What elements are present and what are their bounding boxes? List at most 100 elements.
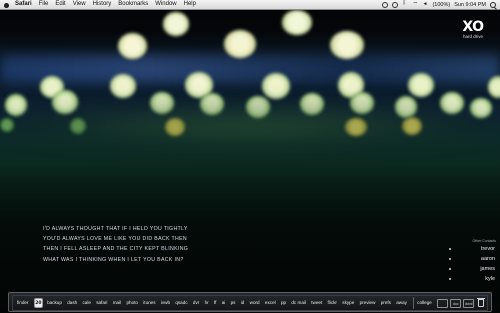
dock-folder-documents[interactable]: doc: [450, 298, 462, 308]
dock-item-preview[interactable]: preview: [360, 296, 376, 310]
menu-help[interactable]: Help: [184, 0, 196, 9]
lyric-line: THEN I FELL ASLEEP AND THE CITY KEPT BLI…: [43, 246, 189, 253]
dock-item-id[interactable]: id: [241, 296, 245, 310]
menu-history[interactable]: History: [93, 0, 112, 9]
dock-item-ivwb[interactable]: ivwb: [161, 296, 170, 310]
dock-shelf: finder 20 backup dash cale safari mail p…: [12, 295, 488, 311]
status-dot-icon: [449, 248, 451, 250]
sync-icon[interactable]: [382, 1, 389, 8]
dock-item-pp[interactable]: pp: [281, 296, 286, 310]
bokeh-light: [408, 73, 434, 97]
bokeh-light: [150, 92, 174, 114]
lyric-line: I'D ALWAYS THOUGHT THAT IF I HELD YOU TI…: [43, 226, 188, 232]
bokeh-light: [200, 93, 224, 115]
desktop-wallpaper: [0, 0, 500, 313]
bokeh-light: [345, 118, 367, 136]
menu-bookmarks[interactable]: Bookmarks: [118, 0, 148, 9]
dock-item-dc-mail[interactable]: dc mail: [291, 296, 306, 310]
dock-badge-icon[interactable]: 20: [33, 298, 44, 308]
dock-item-itunes[interactable]: itunes: [143, 296, 155, 310]
contacts-widget: Other Contacts trevor aaron james kyle: [446, 238, 498, 284]
menu-view[interactable]: View: [73, 0, 86, 9]
dock-item-safari[interactable]: safari: [96, 296, 107, 310]
hard-drive-icon[interactable]: XO hard drive: [453, 20, 493, 40]
dock-item-ff[interactable]: ff: [214, 296, 216, 310]
dock-item-excel[interactable]: excel: [265, 296, 276, 310]
dock: finder 20 backup dash cale safari mail p…: [8, 292, 492, 312]
lyric-line: WHAT WAS I THINKING WHEN I LET YOU BACK …: [43, 256, 184, 263]
dock-folder-downloads[interactable]: dwnl: [463, 298, 475, 308]
contact-item[interactable]: kyle: [446, 274, 498, 284]
bokeh-light: [224, 30, 256, 58]
battery-status[interactable]: (100%): [432, 2, 450, 8]
bokeh-light: [350, 92, 374, 114]
dock-item-mail[interactable]: mail: [113, 296, 121, 310]
dock-item-backup[interactable]: backup: [47, 296, 62, 310]
bokeh-light: [118, 33, 147, 59]
lyrics-text: I'D ALWAYS THOUGHT THAT IF I HELD YOU TI…: [43, 224, 243, 265]
dock-item-ai[interactable]: ai: [222, 296, 226, 310]
bokeh-light: [262, 73, 290, 99]
bokeh-light: [110, 74, 136, 98]
menu-edit[interactable]: Edit: [55, 0, 65, 9]
contact-item[interactable]: trevor: [446, 244, 498, 254]
dock-item-photo[interactable]: photo: [126, 296, 138, 310]
bokeh-light: [330, 31, 364, 59]
bokeh-light: [246, 96, 270, 118]
contact-item[interactable]: james: [446, 264, 498, 274]
bluetooth-icon[interactable]: [402, 0, 408, 8]
bokeh-light: [395, 96, 417, 118]
contact-name: trevor: [480, 246, 495, 252]
xo-logo: XO: [462, 19, 484, 35]
contact-name: james: [480, 266, 495, 272]
bokeh-light: [165, 118, 185, 136]
status-dot-icon: [449, 278, 451, 280]
bokeh-light: [52, 90, 78, 114]
menu-extras: (100%) Sun 9:04 PM: [382, 0, 496, 9]
spotlight-search-icon[interactable]: [490, 1, 496, 8]
hard-drive-label: hard drive: [462, 34, 483, 39]
menu-file[interactable]: File: [39, 0, 49, 9]
bokeh-light: [282, 10, 312, 35]
bokeh-light: [440, 92, 464, 114]
bokeh-light: [488, 76, 500, 98]
wifi-icon[interactable]: [412, 0, 418, 8]
time-machine-icon[interactable]: [392, 1, 399, 8]
dock-separator: [413, 297, 415, 309]
dock-item-hr[interactable]: hr: [205, 296, 209, 310]
trash-icon[interactable]: [477, 298, 485, 307]
dock-item-away[interactable]: away: [396, 296, 407, 310]
dock-item-prefs[interactable]: prefs: [381, 296, 391, 310]
dock-item-tweet[interactable]: tweet: [311, 296, 322, 310]
contact-item[interactable]: aaron: [446, 254, 498, 264]
bokeh-light: [0, 118, 14, 132]
dock-item-skype[interactable]: skype: [342, 296, 354, 310]
status-dot-icon: [449, 268, 451, 270]
status-dot-icon: [449, 258, 451, 260]
dock-item-cale[interactable]: cale: [82, 296, 90, 310]
volume-icon[interactable]: [422, 1, 428, 8]
bokeh-light: [402, 117, 422, 135]
dock-item-finder[interactable]: finder: [17, 296, 29, 310]
contact-name: kyle: [485, 276, 495, 282]
dock-item-dvr[interactable]: dvr: [193, 296, 199, 310]
bokeh-light: [300, 93, 324, 115]
menu-bar: Safari File Edit View History Bookmarks …: [0, 0, 500, 10]
dock-item-ps[interactable]: ps: [231, 296, 236, 310]
dock-item-dash[interactable]: dash: [67, 296, 77, 310]
dock-item-qsadc[interactable]: qsadc: [175, 296, 187, 310]
bokeh-light: [470, 98, 492, 118]
contact-name: aaron: [480, 256, 495, 262]
dock-item-flickr[interactable]: flickr: [328, 296, 337, 310]
menu-app-safari[interactable]: Safari: [15, 0, 32, 9]
bokeh-light: [5, 94, 27, 116]
apple-menu-icon[interactable]: [4, 2, 9, 8]
menu-clock[interactable]: Sun 9:04 PM: [454, 2, 486, 8]
menu-window[interactable]: Window: [155, 0, 176, 9]
bokeh-light: [163, 12, 189, 36]
dock-item-college[interactable]: college: [417, 296, 432, 310]
lyric-line: YOU'D ALWAYS LOVE ME LIKE YOU DID BACK T…: [43, 236, 188, 243]
bokeh-light: [70, 118, 86, 134]
dock-item-word[interactable]: word: [250, 296, 260, 310]
dock-folder-stack[interactable]: [437, 298, 449, 308]
